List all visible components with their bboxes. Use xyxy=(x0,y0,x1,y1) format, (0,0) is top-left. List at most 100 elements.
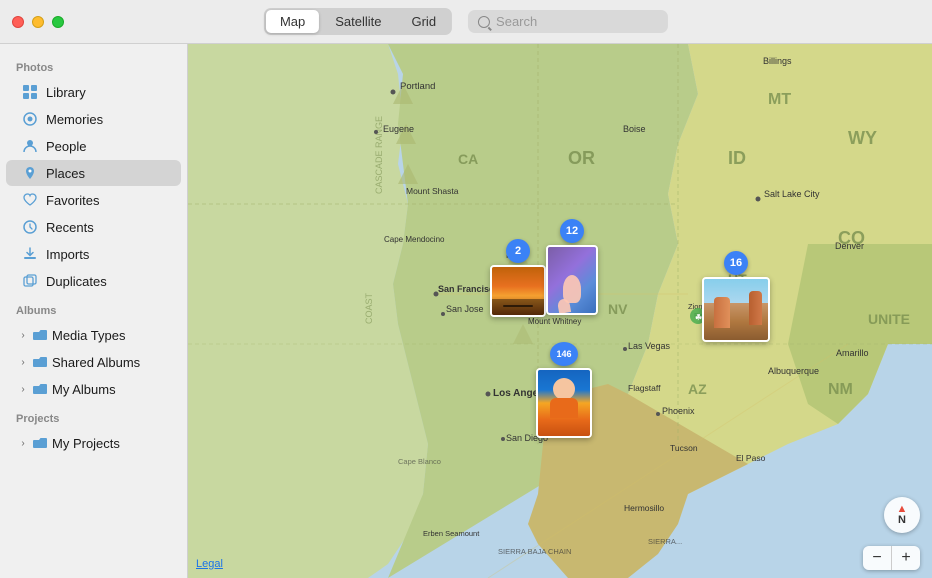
clock-icon xyxy=(22,219,38,235)
sidebar-item-recents[interactable]: Recents xyxy=(6,214,181,240)
folder-icon-albums xyxy=(32,381,48,397)
grid-view-button[interactable]: Grid xyxy=(397,10,450,33)
search-box xyxy=(468,10,668,33)
photos-section-label: Photos xyxy=(0,52,187,78)
memories-icon xyxy=(22,111,38,127)
sidebar-group-my-albums[interactable]: › My Albums xyxy=(6,376,181,402)
search-input[interactable] xyxy=(496,14,658,29)
projects-section-label: Projects xyxy=(0,403,187,429)
sidebar-group-shared-albums[interactable]: › Shared Albums xyxy=(6,349,181,375)
duplicate-icon xyxy=(22,273,38,289)
favorites-label: Favorites xyxy=(46,193,99,208)
toolbar-center: Map Satellite Grid xyxy=(264,8,668,35)
title-bar: Map Satellite Grid xyxy=(0,0,932,44)
svg-text:Mount Whitney: Mount Whitney xyxy=(528,317,581,326)
sidebar-item-favorites[interactable]: Favorites xyxy=(6,187,181,213)
pin-count-2: 2 xyxy=(506,239,530,263)
search-icon xyxy=(478,16,490,28)
map-pin-2[interactable]: 2 xyxy=(490,239,546,317)
pin-photo-desert xyxy=(702,277,770,342)
svg-text:AZ: AZ xyxy=(688,381,707,397)
maximize-button[interactable] xyxy=(52,16,64,28)
svg-text:NV: NV xyxy=(608,301,628,317)
svg-text:Billings: Billings xyxy=(763,56,792,66)
svg-text:Cape Blanco: Cape Blanco xyxy=(398,457,441,466)
heart-icon xyxy=(22,192,38,208)
svg-text:Phoenix: Phoenix xyxy=(662,406,695,416)
map-pin-12[interactable]: 12 xyxy=(546,219,598,315)
svg-text:CA: CA xyxy=(458,151,478,167)
svg-text:NM: NM xyxy=(828,381,853,398)
import-icon xyxy=(22,246,38,262)
map-pin-16[interactable]: 16 xyxy=(702,251,770,342)
sidebar-item-imports[interactable]: Imports xyxy=(6,241,181,267)
svg-text:El Paso: El Paso xyxy=(736,453,766,463)
pin-count-16: 16 xyxy=(724,251,748,275)
sidebar-item-people[interactable]: People xyxy=(6,133,181,159)
folder-icon-projects xyxy=(32,435,48,451)
recents-label: Recents xyxy=(46,220,94,235)
zoom-minus-button[interactable]: − xyxy=(863,546,891,570)
shared-albums-label: Shared Albums xyxy=(52,355,140,370)
media-types-label: Media Types xyxy=(52,328,125,343)
satellite-view-button[interactable]: Satellite xyxy=(321,10,395,33)
svg-text:WY: WY xyxy=(848,128,877,148)
traffic-lights xyxy=(12,16,64,28)
map-area[interactable]: OR ID MT WY CO NM AZ NV UT CA UNITE CASC… xyxy=(188,44,932,578)
sidebar-item-duplicates[interactable]: Duplicates xyxy=(6,268,181,294)
svg-text:SIERRA BAJA CHAIN: SIERRA BAJA CHAIN xyxy=(498,547,571,556)
svg-text:Flagstaff: Flagstaff xyxy=(628,383,661,393)
places-label: Places xyxy=(46,166,85,181)
zoom-plus-button[interactable]: + xyxy=(892,546,920,570)
svg-text:Denver: Denver xyxy=(835,241,864,251)
compass-label: N xyxy=(898,515,906,526)
map-view-button[interactable]: Map xyxy=(266,10,319,33)
folder-icon-media xyxy=(32,327,48,343)
svg-text:Salt Lake City: Salt Lake City xyxy=(764,189,820,199)
people-label: People xyxy=(46,139,86,154)
map-background: OR ID MT WY CO NM AZ NV UT CA UNITE CASC… xyxy=(188,44,932,578)
svg-text:Tucson: Tucson xyxy=(670,443,698,453)
svg-text:OR: OR xyxy=(568,148,595,168)
zoom-controls: − + xyxy=(863,546,920,570)
close-button[interactable] xyxy=(12,16,24,28)
svg-text:Las Vegas: Las Vegas xyxy=(628,341,671,351)
svg-text:Cape Mendocino: Cape Mendocino xyxy=(384,235,445,244)
sidebar-group-media-types[interactable]: › Media Types xyxy=(6,322,181,348)
legal-link[interactable]: Legal xyxy=(196,558,223,570)
pin-photo-sunset xyxy=(490,265,546,317)
sidebar-group-my-projects[interactable]: › My Projects xyxy=(6,430,181,456)
sidebar-item-places[interactable]: Places xyxy=(6,160,181,186)
my-albums-label: My Albums xyxy=(52,382,116,397)
chevron-right-icon-projects: › xyxy=(18,438,28,448)
sidebar-item-library[interactable]: Library xyxy=(6,79,181,105)
compass: ▲ N xyxy=(884,497,920,533)
svg-text:Portland: Portland xyxy=(400,81,435,92)
svg-text:Mount Shasta: Mount Shasta xyxy=(406,186,459,196)
minimize-button[interactable] xyxy=(32,16,44,28)
library-label: Library xyxy=(46,85,86,100)
map-pin-146[interactable]: 146 xyxy=(536,342,592,438)
person-icon xyxy=(22,138,38,154)
view-segmented-control: Map Satellite Grid xyxy=(264,8,452,35)
svg-text:Amarillo: Amarillo xyxy=(836,348,869,358)
duplicates-label: Duplicates xyxy=(46,274,107,289)
sidebar-item-memories[interactable]: Memories xyxy=(6,106,181,132)
chevron-right-icon-albums: › xyxy=(18,384,28,394)
pin-count-146: 146 xyxy=(550,342,578,366)
memories-label: Memories xyxy=(46,112,103,127)
location-icon xyxy=(22,165,38,181)
svg-text:ID: ID xyxy=(728,148,746,168)
folder-icon-shared xyxy=(32,354,48,370)
pin-photo-dancer xyxy=(546,245,598,315)
svg-text:COAST: COAST xyxy=(364,292,374,324)
imports-label: Imports xyxy=(46,247,89,262)
chevron-right-icon-shared: › xyxy=(18,357,28,367)
svg-text:SIERRA...: SIERRA... xyxy=(648,537,682,546)
chevron-right-icon: › xyxy=(18,330,28,340)
albums-section-label: Albums xyxy=(0,295,187,321)
pin-count-12: 12 xyxy=(560,219,584,243)
svg-text:Eugene: Eugene xyxy=(383,124,414,134)
svg-text:Hermosillo: Hermosillo xyxy=(624,503,664,513)
sidebar: Photos Library Memories People Places xyxy=(0,44,188,578)
